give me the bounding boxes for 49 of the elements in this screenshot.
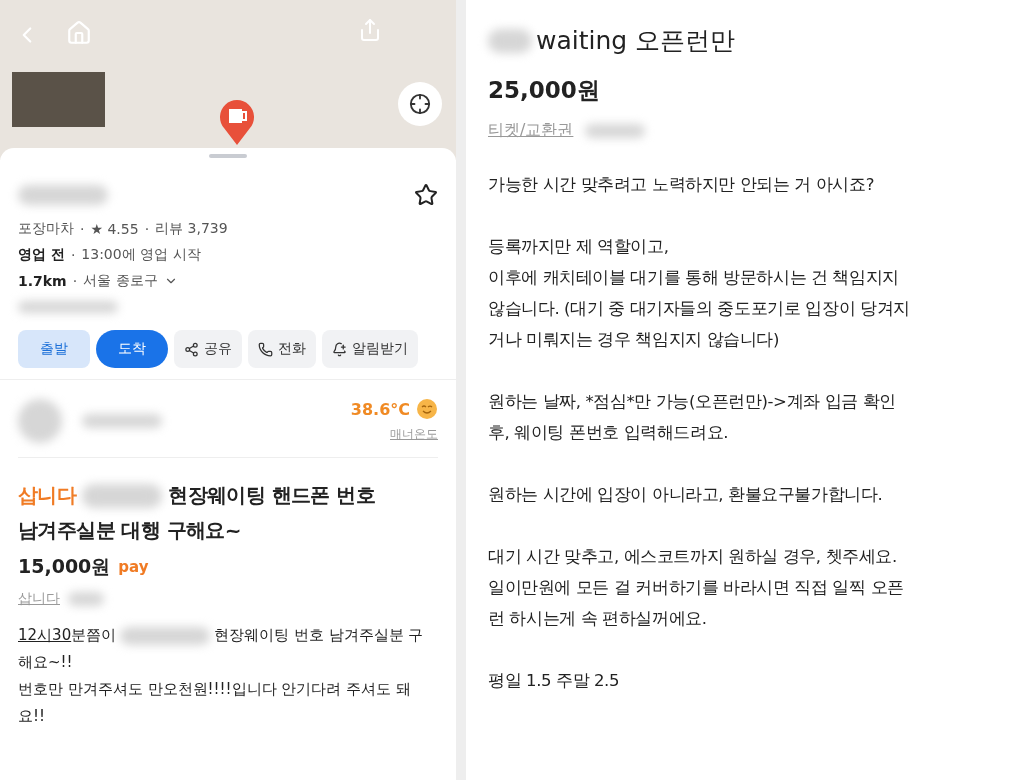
description-paragraph: 원하는 시간에 입장이 아니라고, 환불요구불가합니다.	[488, 484, 884, 506]
listing-price: 15,000원	[18, 554, 111, 579]
description-paragraph: 등록까지만 제 역할이고, 이후에 캐치테이블 대기를 통해 방문하시는 건 책임지지 않습니다. (대기 중 대기자들의 중도포기로 입장이 당겨지 거나 미뤄지는 경우 책임지지 않습니다)	[488, 236, 911, 351]
post-title: waiting 오픈런만	[536, 25, 736, 57]
description-text: 해요~!! 번호만 만겨주셔도 만오천원!!!!입니다 안기다려 주셔도 돼 요!!	[18, 652, 412, 727]
avatar	[18, 398, 62, 443]
share-icon	[184, 341, 199, 357]
smiley-icon	[416, 398, 438, 420]
crosshair-icon	[409, 93, 431, 115]
category-link[interactable]: 삽니다	[18, 590, 60, 608]
separator-dot: ·	[144, 221, 150, 237]
post-price: 25,000원	[488, 76, 601, 105]
blurred-time	[585, 123, 646, 138]
listing-title: 현장웨이팅 핸드폰 번호	[168, 482, 375, 509]
description-paragraph: 원하는 날짜, *점심*만 가능(오픈런만)->계좌 입금 확인 후, 웨이팅 폰번호 입력해드려요.	[488, 391, 897, 444]
description-text: 현장웨이팅 번호 남겨주실분 구	[214, 625, 424, 646]
listing-title: 남겨주실분 대행 구해요~	[18, 517, 241, 544]
manner-temperature: 38.6°C	[350, 399, 410, 419]
action-button[interactable]: 출발	[18, 330, 90, 368]
phone-icon	[258, 341, 273, 357]
description-text: 분쯤이	[71, 626, 117, 644]
description-paragraph: 가능한 시간 맞추려고 노력하지만 안되는 거 아시죠?	[488, 174, 876, 196]
action-button[interactable]: 전화	[248, 330, 316, 368]
locate-button[interactable]	[398, 82, 442, 126]
separator-dot: ·	[70, 247, 76, 263]
title-prefix: 삽니다	[18, 482, 77, 509]
separator-dot: ·	[72, 273, 78, 289]
bell-icon	[332, 341, 347, 357]
separator-dot: ·	[80, 221, 85, 237]
drag-handle[interactable]	[209, 154, 247, 158]
blurred-text	[488, 28, 532, 53]
description-paragraph: 대기 시간 맞추고, 에스코트까지 원하실 경우, 쳇주세요. 일이만원에 모든 걸 커버하기를 바라시면 직접 일찍 오픈 런 하시는게 속 편하실꺼에요.	[488, 546, 905, 630]
pay-logo: pay	[118, 558, 149, 576]
manner-temperature-link[interactable]: 매너온도	[390, 426, 438, 443]
blurred-time	[68, 592, 104, 606]
description-paragraph: 평일 1.5 주말 2.5	[488, 670, 621, 692]
action-button[interactable]: 공유	[174, 330, 242, 368]
rating: ★ 4.55	[90, 221, 139, 237]
star-icon[interactable]	[414, 183, 438, 207]
opening-hours: 13:00에 영업 시작	[81, 246, 201, 264]
review-count: 리뷰 3,739	[155, 220, 228, 238]
open-status: 영업 전	[18, 246, 65, 264]
action-button[interactable]: 알림받기	[322, 330, 418, 368]
category-link[interactable]: 티켓/교환권	[488, 120, 574, 141]
distance: 1.7km	[18, 273, 67, 289]
action-button[interactable]: 도착	[96, 330, 168, 368]
region: 서울 종로구	[83, 272, 158, 290]
time-link[interactable]: 12시30	[18, 626, 72, 644]
place-category: 포장마차	[18, 220, 74, 238]
